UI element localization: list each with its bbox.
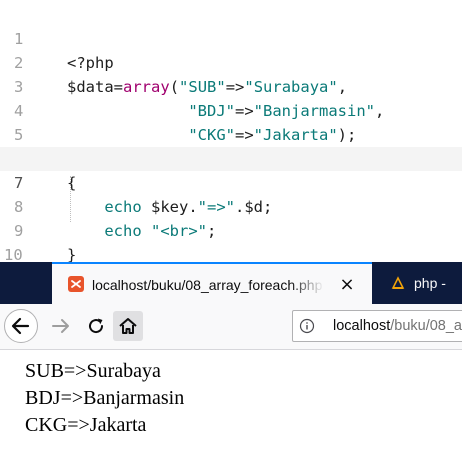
- output-line: CKG=>Jakarta: [25, 414, 147, 436]
- tab-bar: localhost/buku/08_array_foreach.php × ph…: [0, 262, 462, 304]
- navigation-toolbar: localhost/buku/08_array_foreach.php: [0, 304, 462, 350]
- home-button[interactable]: [113, 311, 143, 341]
- code-line[interactable]: 6 {: [0, 123, 462, 192]
- home-icon: [119, 318, 137, 334]
- info-icon[interactable]: [299, 318, 315, 334]
- code-line[interactable]: 8 echo "<br>";: [0, 171, 462, 240]
- close-tab-icon[interactable]: ×: [336, 274, 358, 296]
- code-line[interactable]: 5 foreach($data as $key=>$d): [0, 99, 462, 168]
- code-line[interactable]: 10 ?>: [0, 219, 462, 288]
- back-button[interactable]: [4, 309, 38, 343]
- url-text: localhost/buku/08_array_foreach.php: [333, 317, 462, 335]
- tab-title: localhost/buku/08_array_foreach.php: [92, 277, 323, 293]
- browser-window: localhost/buku/08_array_foreach.php × ph…: [0, 262, 462, 475]
- php-tab-icon: [390, 275, 406, 291]
- tab-active[interactable]: localhost/buku/08_array_foreach.php ×: [52, 262, 372, 304]
- output-line: SUB=>Surabaya: [25, 360, 161, 382]
- url-path: /buku/08_array_foreach.php: [390, 318, 462, 334]
- output-line: BDJ=>Banjarmasin: [25, 387, 185, 409]
- code-line[interactable]: 1 <?php: [0, 3, 462, 72]
- url-host: localhost: [333, 318, 391, 334]
- address-bar[interactable]: localhost/buku/08_array_foreach.php: [292, 310, 462, 342]
- tab-inactive[interactable]: php -: [380, 262, 462, 304]
- reload-icon[interactable]: [86, 316, 106, 336]
- code-line[interactable]: 3 "BDJ"=>"Banjarmasin",: [0, 51, 462, 120]
- tab-title: php -: [414, 275, 446, 291]
- code-editor: 1 <?php 2 $data=array("SUB"=>"Surabaya",…: [0, 0, 462, 288]
- forward-arrow-icon[interactable]: [50, 316, 72, 336]
- code-line[interactable]: 2 $data=array("SUB"=>"Surabaya",: [0, 27, 462, 96]
- code-line[interactable]: 9 }: [0, 195, 462, 264]
- xampp-favicon-icon: [68, 276, 84, 292]
- page-content: SUB=>Surabaya BDJ=>Banjarmasin CKG=>Jaka…: [0, 350, 462, 475]
- code-line-active[interactable]: 7 echo $key."=>".$d;: [0, 147, 462, 216]
- code-line[interactable]: 4 "CKG"=>"Jakarta");: [0, 75, 462, 144]
- back-arrow-icon: [11, 317, 30, 335]
